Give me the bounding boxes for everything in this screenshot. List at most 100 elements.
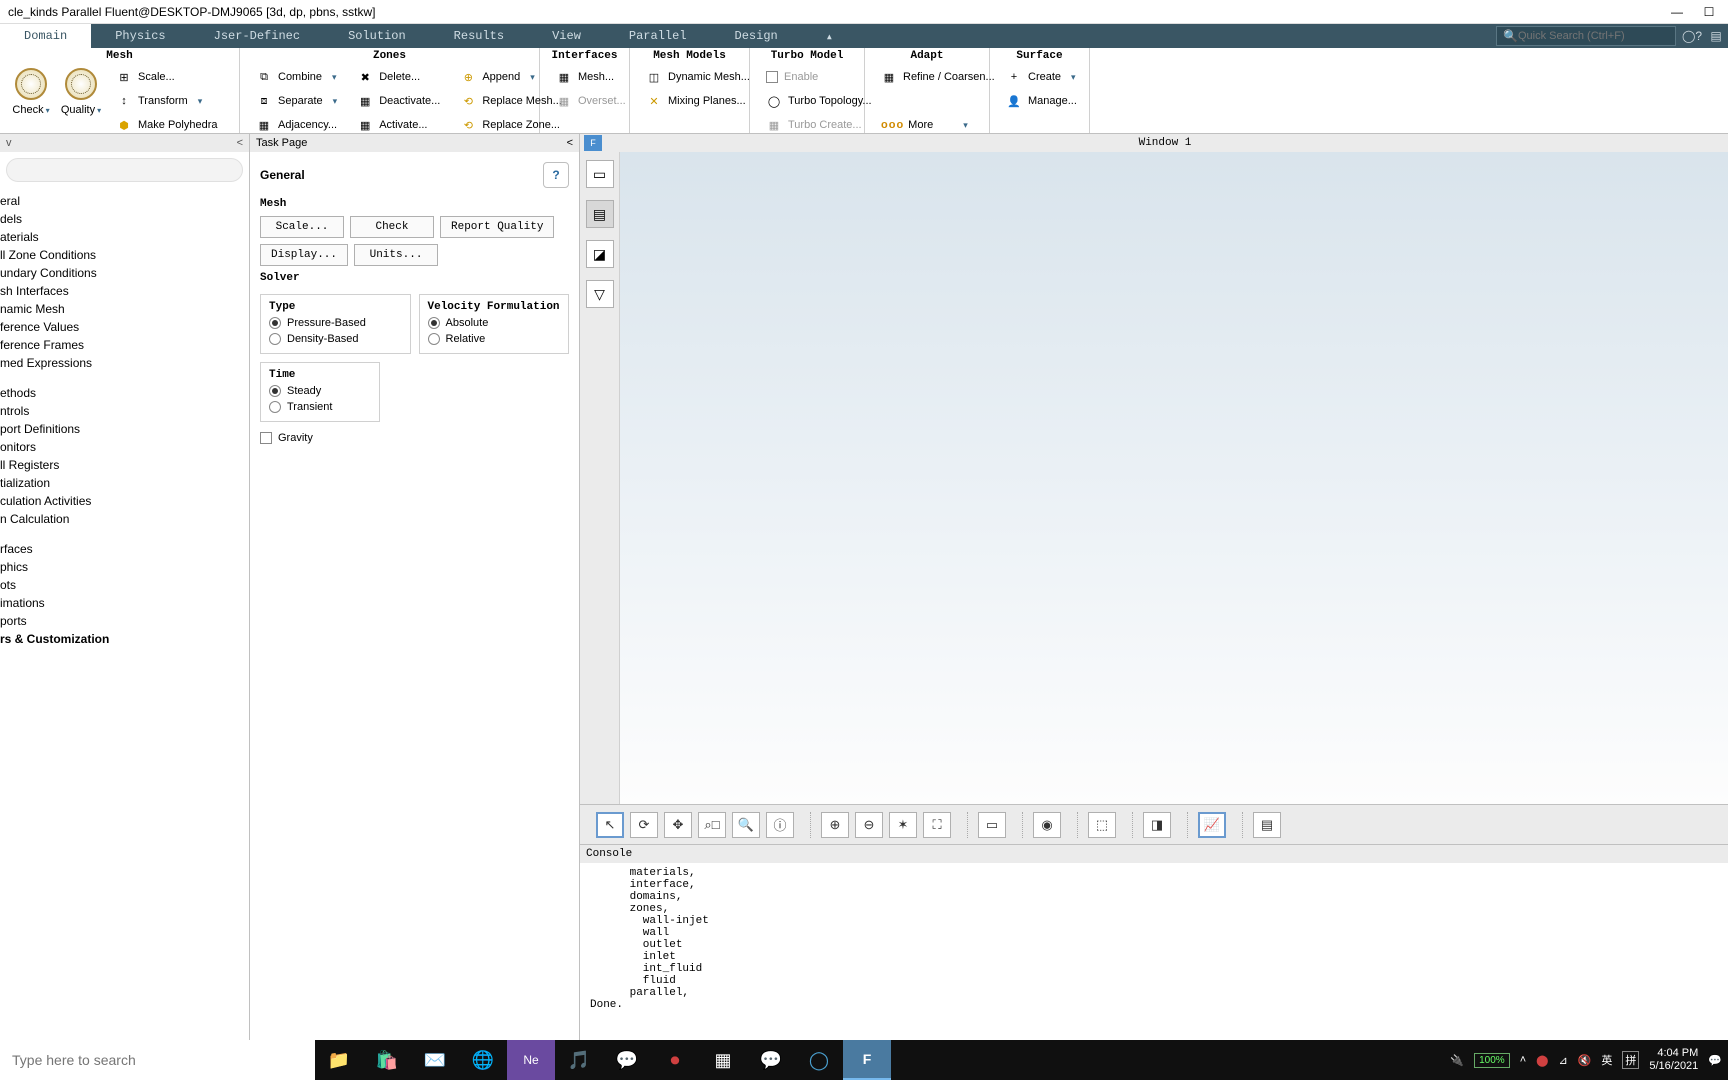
separate-button[interactable]: ⧈Separate▾ <box>250 90 343 112</box>
steady-radio[interactable]: Steady <box>269 385 371 397</box>
tree-item[interactable]: port Definitions <box>0 420 249 438</box>
app-music-icon[interactable]: 🎵 <box>555 1040 603 1080</box>
probe-tool[interactable]: ⓘ <box>766 812 794 838</box>
tab-design[interactable]: Design <box>711 24 802 48</box>
make-polyhedra-button[interactable]: ⬢Make Polyhedra <box>110 114 224 136</box>
zoom-out-tool[interactable]: ⊖ <box>855 812 883 838</box>
report-tool[interactable]: ▤ <box>1253 812 1281 838</box>
axes-tool[interactable]: ✶ <box>889 812 917 838</box>
maximize-button[interactable]: ☐ <box>1702 5 1716 19</box>
report-quality-button[interactable]: Report Quality <box>440 216 554 238</box>
transform-button[interactable]: ↕Transform▾ <box>110 90 224 112</box>
edge-icon[interactable]: 🌐 <box>459 1040 507 1080</box>
tree-item[interactable]: med Expressions <box>0 354 249 372</box>
app-window-icon[interactable]: ▦ <box>699 1040 747 1080</box>
mixing-planes-button[interactable]: ✕Mixing Planes... <box>640 90 756 112</box>
ruler-tool[interactable]: ▭ <box>978 812 1006 838</box>
quick-search-input[interactable] <box>1518 30 1669 42</box>
tree-item[interactable]: tialization <box>0 474 249 492</box>
tab-parallel[interactable]: Parallel <box>605 24 711 48</box>
graphics-window-tab[interactable]: F <box>584 135 602 151</box>
help-icon[interactable]: ◯? <box>1680 24 1704 48</box>
side-tool-2[interactable]: ▤ <box>586 200 614 228</box>
zoom-box-tool[interactable]: ⌕□ <box>698 812 726 838</box>
turbo-topology-button[interactable]: ◯Turbo Topology... <box>760 90 878 112</box>
record-icon[interactable]: ⏺ <box>651 1040 699 1080</box>
surface-manage-button[interactable]: 👤Manage... <box>1000 90 1083 112</box>
tree-item[interactable]: rs & Customization <box>0 630 249 648</box>
turbo-enable-checkbox[interactable]: Enable <box>760 66 878 88</box>
pressure-based-radio[interactable]: Pressure-Based <box>269 317 402 329</box>
volume-icon[interactable]: 🔇 <box>1578 1054 1592 1067</box>
surface-create-button[interactable]: +Create▾ <box>1000 66 1083 88</box>
tree-filter-input[interactable] <box>6 158 243 182</box>
wifi-icon[interactable]: ⊿ <box>1558 1054 1567 1067</box>
tree-item[interactable]: culation Activities <box>0 492 249 510</box>
side-tool-1[interactable]: ▭ <box>586 160 614 188</box>
combine-button[interactable]: ⧉Combine▾ <box>250 66 343 88</box>
power-icon[interactable]: 🔌 <box>1450 1054 1464 1067</box>
tray-chevron-icon[interactable]: ˄ <box>1520 1054 1526 1066</box>
side-tool-3[interactable]: ◪ <box>586 240 614 268</box>
zoom-in-tool[interactable]: ⊕ <box>821 812 849 838</box>
tree-item[interactable]: ports <box>0 612 249 630</box>
mail-icon[interactable]: ✉️ <box>411 1040 459 1080</box>
iso-tool[interactable]: ◨ <box>1143 812 1171 838</box>
task-help-button[interactable]: ? <box>543 162 569 188</box>
rotate-tool[interactable]: ⟳ <box>630 812 658 838</box>
tree-item[interactable]: aterials <box>0 228 249 246</box>
tree-item[interactable]: phics <box>0 558 249 576</box>
tab-solution[interactable]: Solution <box>324 24 430 48</box>
app-circle-icon[interactable]: ◯ <box>795 1040 843 1080</box>
fluent-app-icon[interactable]: F <box>843 1040 891 1080</box>
gravity-checkbox[interactable]: Gravity <box>260 432 569 444</box>
notifications-icon[interactable]: 💬 <box>1708 1054 1722 1067</box>
tree-item[interactable]: rfaces <box>0 540 249 558</box>
store-icon[interactable]: 🛍️ <box>363 1040 411 1080</box>
relative-radio[interactable]: Relative <box>428 333 561 345</box>
refine-coarsen-button[interactable]: ▦Refine / Coarsen... <box>875 66 1001 88</box>
battery-indicator[interactable]: 100% <box>1474 1053 1510 1068</box>
console-output[interactable]: materials, interface, domains, zones, wa… <box>580 863 1728 1040</box>
check-button[interactable]: Check <box>6 66 56 118</box>
tree-item[interactable]: eral <box>0 192 249 210</box>
task-collapse-icon[interactable]: < <box>567 137 573 149</box>
graphics-viewport[interactable] <box>620 152 1728 804</box>
mesh-display-button[interactable]: Display... <box>260 244 348 266</box>
mesh-check-button[interactable]: Check <box>350 216 434 238</box>
ime-mode-icon[interactable]: 拼 <box>1622 1051 1639 1069</box>
pointer-tool[interactable]: ↖ <box>596 812 624 838</box>
tree-item[interactable]: namic Mesh <box>0 300 249 318</box>
zoom-tool[interactable]: 🔍 <box>732 812 760 838</box>
tray-security-icon[interactable]: ⬤ <box>1536 1054 1548 1067</box>
outline-tree[interactable]: eraldelsaterialsll Zone Conditionsundary… <box>0 188 249 652</box>
cube-tool[interactable]: ⬚ <box>1088 812 1116 838</box>
more-button[interactable]: oooMore▾ <box>875 114 1001 136</box>
tab-physics[interactable]: Physics <box>91 24 189 48</box>
tree-item[interactable]: ll Registers <box>0 456 249 474</box>
overset-button[interactable]: ▦Overset... <box>550 90 632 112</box>
tree-item[interactable]: ll Zone Conditions <box>0 246 249 264</box>
density-based-radio[interactable]: Density-Based <box>269 333 402 345</box>
tree-item[interactable]: dels <box>0 210 249 228</box>
tab-user-defined[interactable]: Jser-Definec <box>190 24 324 48</box>
fit-tool[interactable]: ⛶ <box>923 812 951 838</box>
app-chat-icon[interactable]: 💬 <box>603 1040 651 1080</box>
chart-tool[interactable]: 📈 <box>1198 812 1226 838</box>
tree-item[interactable]: n Calculation <box>0 510 249 528</box>
mesh-scale-button[interactable]: Scale... <box>260 216 344 238</box>
taskbar-search[interactable] <box>0 1040 315 1080</box>
pan-tool[interactable]: ✥ <box>664 812 692 838</box>
ime-lang-icon[interactable]: 英 <box>1601 1052 1612 1068</box>
tab-results[interactable]: Results <box>430 24 528 48</box>
deactivate-button[interactable]: ▦Deactivate... <box>351 90 446 112</box>
tree-item[interactable]: onitors <box>0 438 249 456</box>
tree-item[interactable]: undary Conditions <box>0 264 249 282</box>
tree-item[interactable]: sh Interfaces <box>0 282 249 300</box>
tree-item[interactable]: ference Frames <box>0 336 249 354</box>
scale-button[interactable]: ⊞Scale... <box>110 66 224 88</box>
minimize-button[interactable]: — <box>1670 5 1684 19</box>
activate-button[interactable]: ▦Activate... <box>351 114 446 136</box>
adjacency-button[interactable]: ▦Adjacency... <box>250 114 343 136</box>
absolute-radio[interactable]: Absolute <box>428 317 561 329</box>
